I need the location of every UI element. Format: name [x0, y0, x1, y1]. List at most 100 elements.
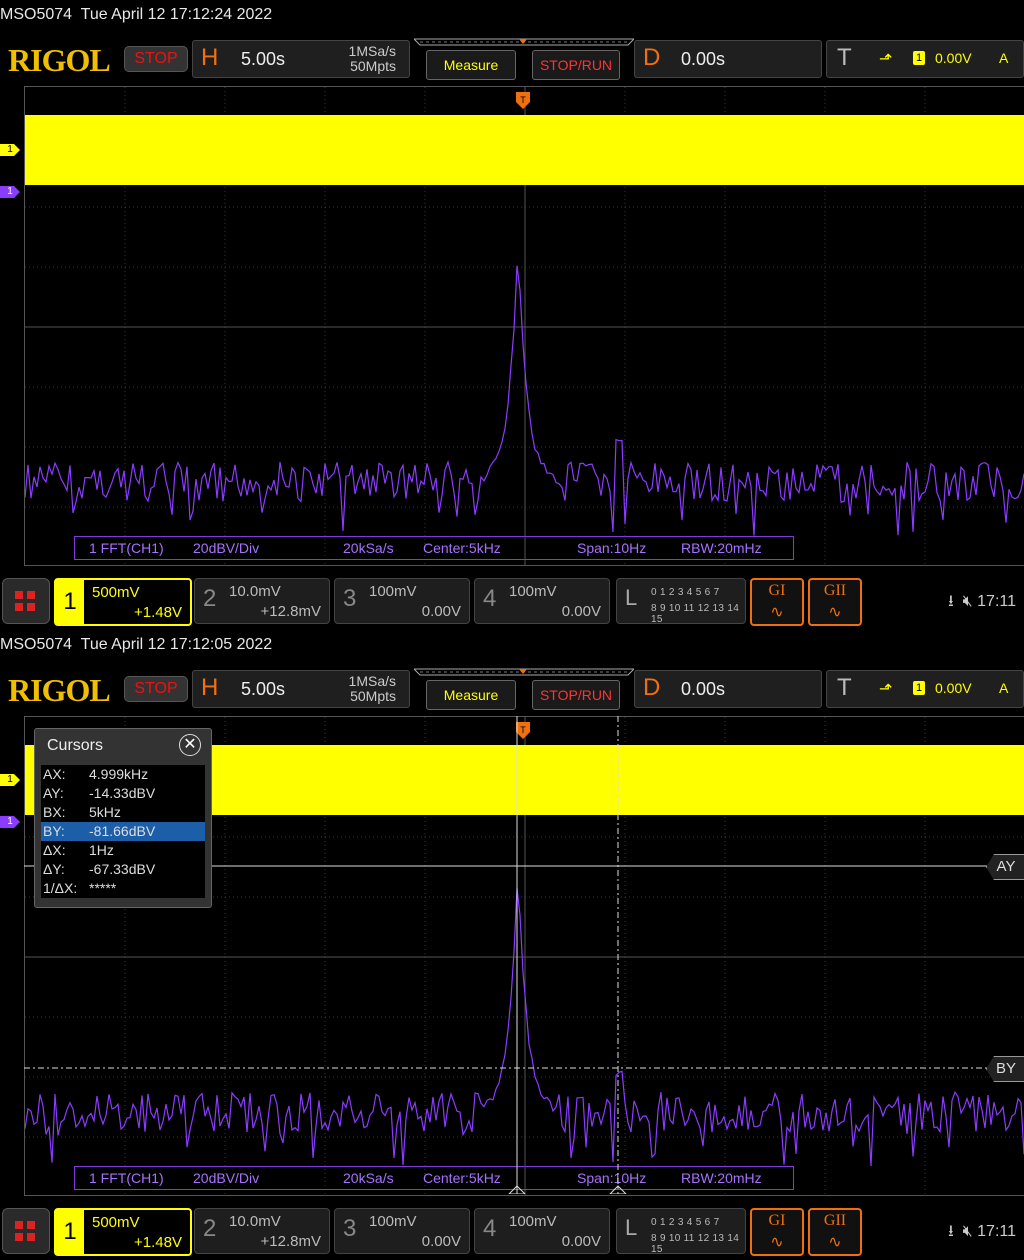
- channel-scale: 100mV: [369, 1213, 417, 1230]
- sine-wave-icon: ∿: [770, 604, 784, 621]
- channel-number: 2: [203, 585, 217, 612]
- cursor-value: 4.999kHz: [89, 766, 149, 782]
- trigger-position-marker-icon: T: [516, 92, 530, 109]
- cursor-key: BX:: [43, 804, 66, 820]
- channel-number: 3: [343, 585, 357, 612]
- acquisition-info: 1MSa/s 50Mpts: [300, 44, 396, 74]
- channel-offset: 0.00V: [561, 1233, 601, 1250]
- stop-run-button[interactable]: STOP/RUN: [532, 680, 620, 710]
- cursor-value: *****: [89, 880, 117, 896]
- logic-row-2: 8 9 10 11 12 13 14 15: [651, 603, 740, 625]
- close-icon[interactable]: ✕: [179, 734, 201, 756]
- trigger-edge-icon: ⬏: [879, 51, 893, 68]
- trigger-box[interactable]: T ⬏ 1 0.00V A: [826, 670, 1024, 708]
- measure-button[interactable]: Measure: [426, 50, 516, 80]
- trigger-box[interactable]: T ⬏ 1 0.00V A: [826, 40, 1024, 78]
- generator-2-label: GII: [823, 582, 847, 599]
- channel-2-button[interactable]: 2 10.0mV +12.8mV: [194, 578, 330, 624]
- sample-rate: 1MSa/s: [348, 673, 396, 689]
- speaker-mute-icon[interactable]: 🔇︎: [963, 593, 973, 610]
- d-label: D: [643, 674, 661, 701]
- channel-offset: 0.00V: [421, 603, 461, 620]
- speaker-mute-icon[interactable]: 🔇︎: [963, 1223, 973, 1240]
- generator-2-button[interactable]: GII ∿: [808, 1208, 862, 1256]
- cursor-value: -81.66dBV: [89, 823, 156, 839]
- cursor-key: BY:: [43, 823, 65, 839]
- cursor-key: 1/ΔX:: [43, 880, 78, 896]
- channel-number: 1: [56, 1210, 84, 1254]
- delay-box[interactable]: D 0.00s: [634, 40, 822, 78]
- cursor-value: -67.33dBV: [89, 861, 156, 877]
- menu-button[interactable]: [2, 578, 50, 624]
- ch1-level-marker[interactable]: 1: [0, 774, 20, 786]
- memory-depth: 50Mpts: [350, 58, 396, 74]
- cursor-row[interactable]: AX: 4.999kHz: [41, 765, 205, 784]
- cursors-title: Cursors: [47, 737, 104, 754]
- trigger-position-icon: [414, 38, 634, 46]
- channel-3-button[interactable]: 3 100mV 0.00V: [334, 1208, 470, 1254]
- channel-1-button[interactable]: 1 500mV +1.48V: [54, 1208, 192, 1256]
- t-label: T: [837, 674, 852, 701]
- logic-analyzer-button[interactable]: L 0 1 2 3 4 5 6 7 8 9 10 11 12 13 14 15: [616, 1208, 746, 1255]
- trigger-edge-icon: ⬏: [879, 681, 893, 698]
- cursor-row[interactable]: ΔY: -67.33dBV: [41, 860, 205, 879]
- cursor-row[interactable]: ΔX: 1Hz: [41, 841, 205, 860]
- sine-wave-icon: ∿: [828, 1234, 842, 1251]
- usb-icon: ⭳: [948, 1223, 954, 1240]
- trigger-channel: 1: [913, 51, 925, 65]
- channel-bar: 1 500mV +1.48V 2 10.0mV +12.8mV 3 100mV …: [0, 576, 1024, 626]
- channel-number: 1: [56, 580, 84, 624]
- measure-button[interactable]: Measure: [426, 680, 516, 710]
- fft-center: Center:5kHz: [423, 540, 501, 556]
- window-title: MSO5074 Tue April 12 17:12:05 2022: [0, 636, 273, 653]
- channel-offset: +12.8mV: [260, 1233, 321, 1250]
- generator-1-button[interactable]: GI ∿: [750, 578, 804, 626]
- channel-offset: 0.00V: [421, 1233, 461, 1250]
- generator-1-button[interactable]: GI ∿: [750, 1208, 804, 1256]
- cursor-value: -14.33dBV: [89, 785, 156, 801]
- fft-level-marker[interactable]: 1: [0, 816, 20, 828]
- run-state-badge[interactable]: STOP: [124, 46, 188, 72]
- logic-analyzer-button[interactable]: L 0 1 2 3 4 5 6 7 8 9 10 11 12 13 14 15: [616, 578, 746, 625]
- run-state-badge[interactable]: STOP: [124, 676, 188, 702]
- logic-label: L: [625, 1215, 638, 1240]
- menu-button[interactable]: [2, 1208, 50, 1254]
- trigger-level: 0.00V: [935, 680, 972, 696]
- cursor-key: ΔY:: [43, 861, 65, 877]
- channel-4-button[interactable]: 4 100mV 0.00V: [474, 1208, 610, 1254]
- h-label: H: [201, 44, 219, 71]
- cursor-row[interactable]: BY: -81.66dBV: [41, 822, 205, 841]
- channel-offset: 0.00V: [561, 603, 601, 620]
- stop-run-button[interactable]: STOP/RUN: [532, 50, 620, 80]
- delay-box[interactable]: D 0.00s: [634, 670, 822, 708]
- channel-scale: 10.0mV: [229, 583, 281, 600]
- window-title: MSO5074 Tue April 12 17:12:24 2022: [0, 6, 273, 23]
- t-label: T: [837, 44, 852, 71]
- channel-3-button[interactable]: 3 100mV 0.00V: [334, 578, 470, 624]
- channel-scale: 100mV: [509, 583, 557, 600]
- memory-depth: 50Mpts: [350, 688, 396, 704]
- cursor-by-tag[interactable]: BY: [986, 1056, 1024, 1082]
- sine-wave-icon: ∿: [770, 1234, 784, 1251]
- fft-info-bar: 1 FFT(CH1) 20dBV/Div 20kSa/s Center:5kHz…: [74, 536, 794, 560]
- generator-1-label: GI: [768, 582, 786, 599]
- fft-trace: [25, 265, 1024, 536]
- rigol-logo: RIGOL: [8, 672, 111, 708]
- channel-offset: +1.48V: [134, 1234, 182, 1251]
- logic-row-2: 8 9 10 11 12 13 14 15: [651, 1233, 740, 1255]
- fft-level-marker[interactable]: 1: [0, 186, 20, 198]
- channel-number: 4: [483, 1215, 497, 1242]
- channel-1-button[interactable]: 1 500mV +1.48V: [54, 578, 192, 626]
- generator-2-button[interactable]: GII ∿: [808, 578, 862, 626]
- channel-2-button[interactable]: 2 10.0mV +12.8mV: [194, 1208, 330, 1254]
- trigger-channel: 1: [913, 681, 925, 695]
- cursor-row[interactable]: AY: -14.33dBV: [41, 784, 205, 803]
- channel-4-button[interactable]: 4 100mV 0.00V: [474, 578, 610, 624]
- cursor-row[interactable]: 1/ΔX: *****: [41, 879, 205, 898]
- cursor-ay-tag[interactable]: AY: [986, 854, 1024, 880]
- sine-wave-icon: ∿: [828, 604, 842, 621]
- waveform-grid[interactable]: [24, 86, 1024, 566]
- channel-offset: +12.8mV: [260, 603, 321, 620]
- ch1-level-marker[interactable]: 1: [0, 144, 20, 156]
- cursor-row[interactable]: BX: 5kHz: [41, 803, 205, 822]
